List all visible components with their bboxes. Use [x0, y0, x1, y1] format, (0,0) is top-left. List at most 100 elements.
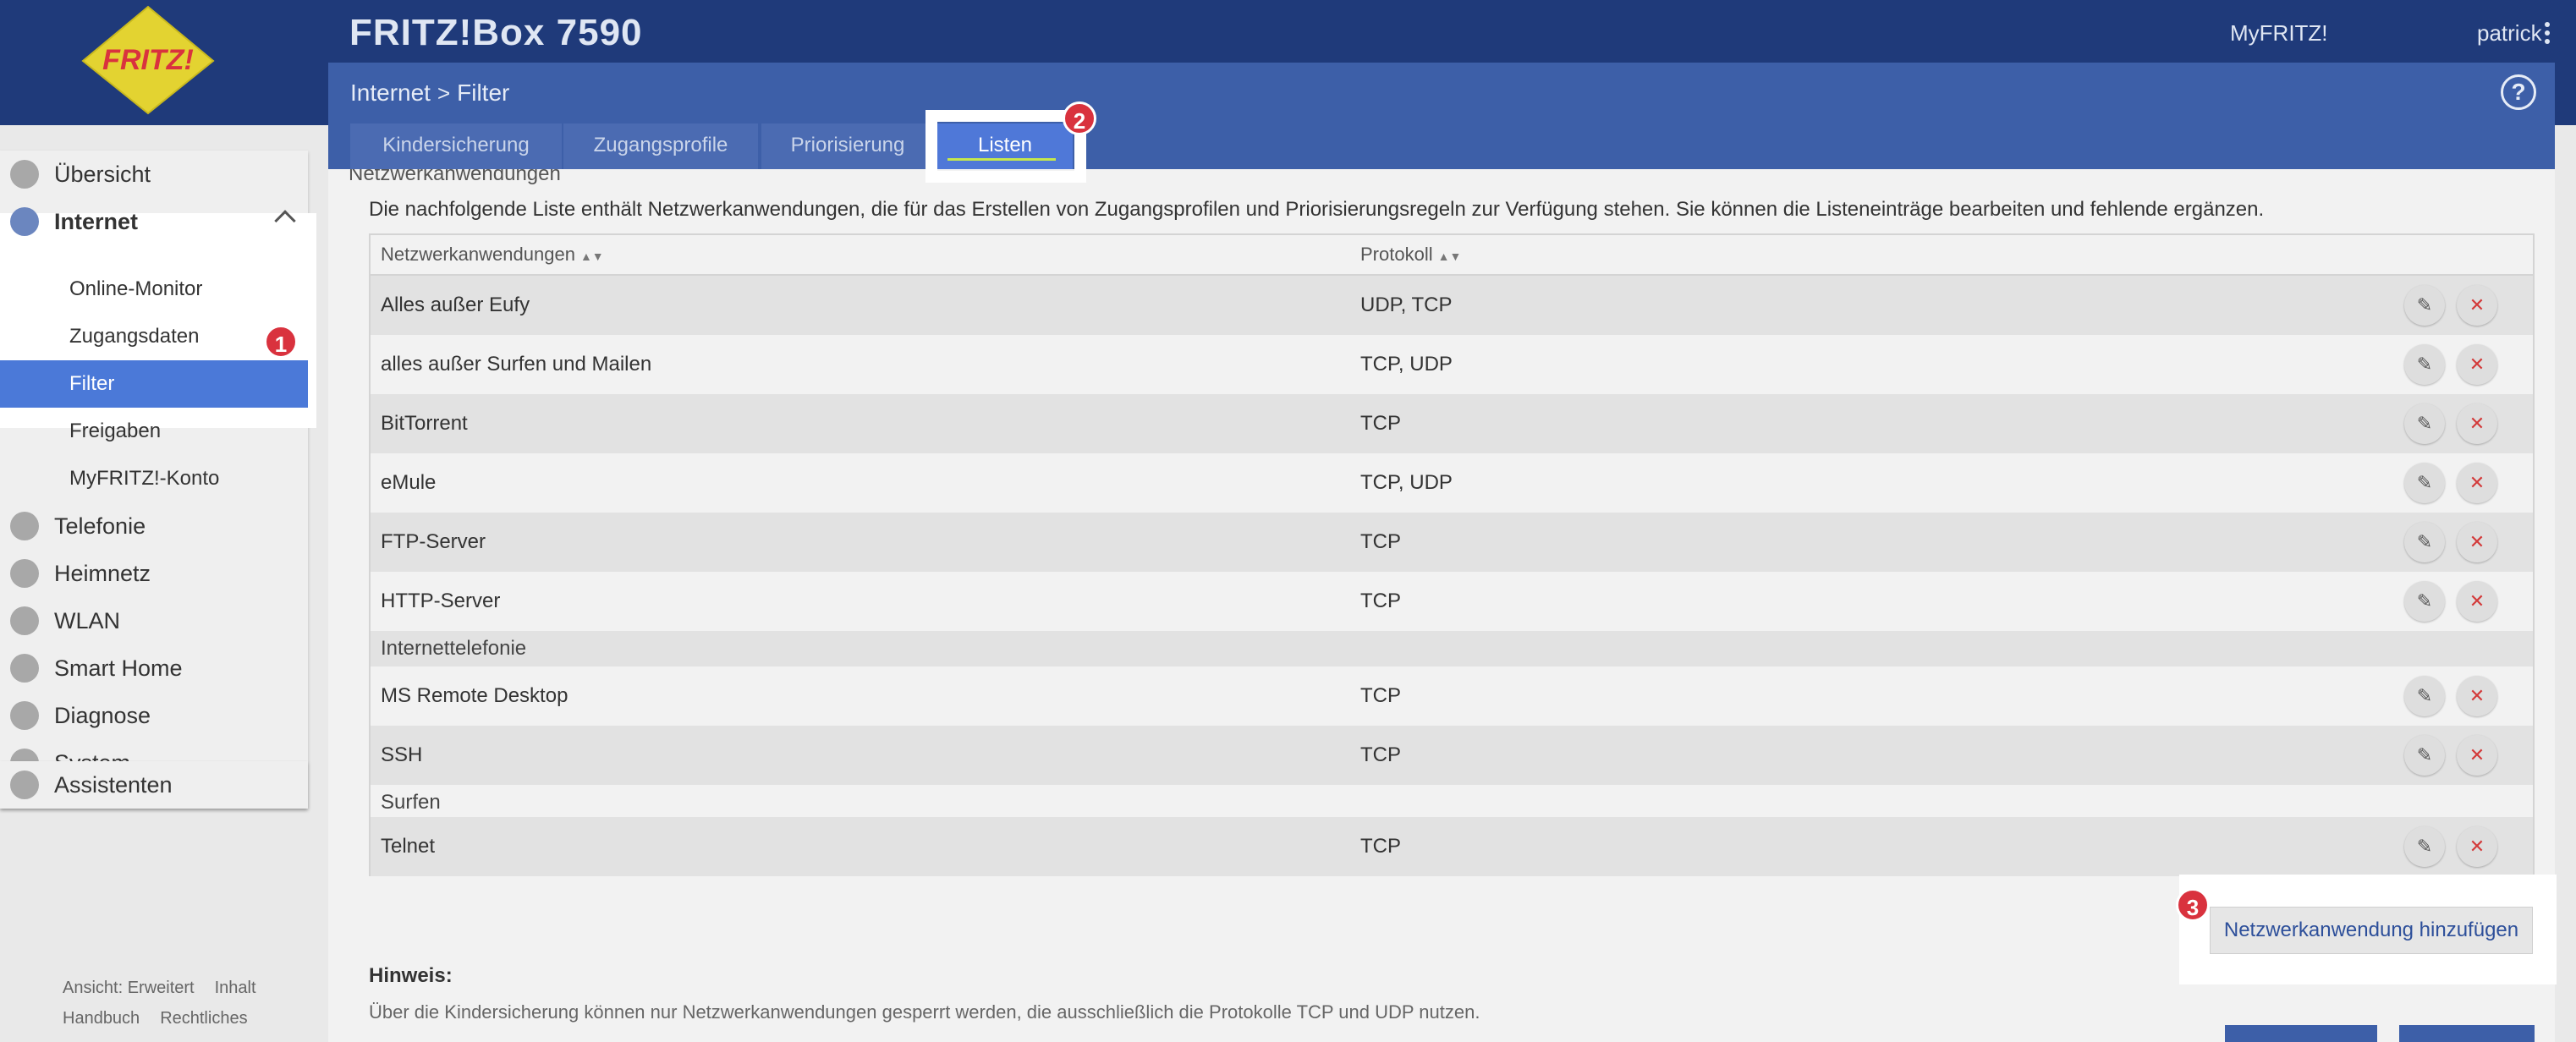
edit-button[interactable]: ✎: [2404, 463, 2445, 503]
edit-button[interactable]: ✎: [2404, 285, 2445, 326]
right-edge: [2555, 125, 2576, 1042]
add-network-app-button[interactable]: Netzwerkanwendung hinzufügen: [2210, 907, 2533, 954]
sidebar-sub-zugangsdaten[interactable]: Zugangsdaten: [0, 313, 308, 360]
table-row: alles außer Surfen und Mailen TCP, UDP ✎…: [371, 335, 2533, 394]
sidebar-sub-freigaben[interactable]: Freigaben: [0, 408, 308, 455]
view-mode-link[interactable]: Ansicht: Erweitert: [63, 979, 195, 997]
annotation-marker-3: 3: [2176, 888, 2210, 922]
delete-button[interactable]: ✕: [2457, 285, 2497, 326]
user-name[interactable]: patrick: [2477, 20, 2542, 47]
table-row: MS Remote Desktop TCP ✎ ✕: [371, 666, 2533, 726]
apply-button[interactable]: [2225, 1025, 2377, 1042]
sidebar-item-uebersicht[interactable]: Übersicht: [0, 151, 308, 198]
breadcrumb-internet[interactable]: Internet: [350, 80, 431, 107]
table-row: HTTP-Server TCP ✎ ✕: [371, 572, 2533, 631]
annotation-marker-2: 2: [1063, 101, 1096, 135]
sidebar-item-heimnetz[interactable]: Heimnetz: [0, 550, 308, 597]
app-name: FTP-Server: [381, 530, 486, 553]
sidebar-item-label: Übersicht: [54, 161, 151, 187]
sort-icon: ▲▼: [1437, 250, 1462, 263]
hint-title: Hinweis:: [369, 964, 453, 987]
sidebar-sub-online-monitor[interactable]: Online-Monitor: [0, 266, 308, 313]
app-protocol: TCP: [1360, 530, 1401, 553]
legal-link[interactable]: Rechtliches: [160, 1009, 247, 1028]
delete-button[interactable]: ✕: [2457, 581, 2497, 622]
sidebar-item-wlan[interactable]: WLAN: [0, 597, 308, 644]
column-header-protocol[interactable]: Protokoll ▲▼: [1360, 235, 1461, 274]
network-apps-table: Netzwerkanwendungen ▲▼ Protokoll ▲▼ Alles …: [369, 233, 2535, 876]
svg-text:FRITZ!: FRITZ!: [102, 44, 194, 76]
help-icon[interactable]: ?: [2501, 74, 2536, 110]
breadcrumb-filter: Filter: [457, 80, 510, 106]
cancel-button[interactable]: [2399, 1025, 2535, 1042]
app-name: SSH: [381, 743, 423, 766]
network-icon: [10, 559, 39, 588]
app-name: BitTorrent: [381, 412, 468, 435]
manual-link[interactable]: Handbuch: [63, 1009, 140, 1028]
content-header: Internet > Filter ? Kindersicherung Zuga…: [328, 63, 2555, 169]
edit-button[interactable]: ✎: [2404, 344, 2445, 385]
edit-button[interactable]: ✎: [2404, 522, 2445, 562]
diagnose-icon: [10, 701, 39, 730]
tab-listen[interactable]: Listen: [937, 123, 1073, 169]
edit-button[interactable]: ✎: [2404, 826, 2445, 867]
column-header-label: Netzwerkanwendungen: [381, 244, 575, 265]
app-name: HTTP-Server: [381, 590, 501, 612]
table-group-row[interactable]: Surfen: [371, 785, 2533, 820]
intro-text: Die nachfolgende Liste enthält Netzwerka…: [369, 198, 2265, 221]
delete-button[interactable]: ✕: [2457, 522, 2497, 562]
sidebar-item-smart-home[interactable]: Smart Home: [0, 644, 308, 692]
delete-button[interactable]: ✕: [2457, 403, 2497, 444]
edit-button[interactable]: ✎: [2404, 581, 2445, 622]
tab-zugangsprofile[interactable]: Zugangsprofile: [563, 123, 758, 169]
table-group-row[interactable]: Internettelefonie: [371, 631, 2533, 666]
app-name: Telnet: [381, 835, 436, 858]
app-protocol: UDP, TCP: [1360, 293, 1453, 316]
sidebar-sub-myfritz-konto[interactable]: MyFRITZ!-Konto: [0, 455, 308, 502]
tab-priorisierung[interactable]: Priorisierung: [761, 123, 934, 169]
sort-icon: ▲▼: [579, 250, 604, 263]
sidebar-item-assistenten[interactable]: Assistenten: [0, 761, 308, 809]
sidebar-footer: Ansicht: Erweitert Inhalt Handbuch Rechtli…: [63, 973, 277, 1034]
delete-button[interactable]: ✕: [2457, 735, 2497, 776]
app-protocol: TCP, UDP: [1360, 471, 1453, 494]
delete-button[interactable]: ✕: [2457, 826, 2497, 867]
table-row: BitTorrent TCP ✎ ✕: [371, 394, 2533, 453]
fritz-logo[interactable]: FRITZ!: [76, 5, 220, 115]
sidebar-item-label: Heimnetz: [54, 560, 151, 586]
content-link[interactable]: Inhalt: [215, 979, 256, 997]
sidebar-item-telefonie[interactable]: Telefonie: [0, 502, 308, 550]
app-name: MS Remote Desktop: [381, 684, 568, 707]
sidebar-item-internet[interactable]: Internet: [0, 198, 308, 245]
phone-icon: [10, 512, 39, 540]
hint-text: Über die Kindersicherung können nur Netz…: [369, 1001, 1480, 1023]
edit-button[interactable]: ✎: [2404, 735, 2445, 776]
group-name: Surfen: [381, 791, 441, 814]
sidebar-menu: Übersicht Internet Online-Monitor Zugang…: [0, 151, 316, 809]
home-icon: [10, 160, 39, 189]
edit-button[interactable]: ✎: [2404, 676, 2445, 716]
sidebar-item-label: WLAN: [54, 607, 121, 633]
delete-button[interactable]: ✕: [2457, 344, 2497, 385]
smart-home-icon: [10, 654, 39, 683]
myfritz-link[interactable]: MyFRITZ!: [2230, 20, 2328, 47]
column-header-name[interactable]: Netzwerkanwendungen ▲▼: [381, 235, 604, 274]
kebab-menu-icon[interactable]: [2543, 22, 2551, 44]
app-protocol: TCP: [1360, 743, 1401, 766]
chevron-up-icon[interactable]: [274, 210, 296, 232]
sidebar-sub-filter[interactable]: Filter: [0, 360, 308, 408]
app-protocol: TCP: [1360, 684, 1401, 707]
delete-button[interactable]: ✕: [2457, 676, 2497, 716]
delete-button[interactable]: ✕: [2457, 463, 2497, 503]
app-protocol: TCP, UDP: [1360, 353, 1453, 376]
annotation-marker-1: 1: [264, 325, 298, 359]
app-protocol: TCP: [1360, 835, 1401, 858]
breadcrumb: Internet > Filter: [350, 80, 509, 107]
sidebar-item-label: Telefonie: [54, 513, 146, 539]
sidebar-item-diagnose[interactable]: Diagnose: [0, 692, 308, 739]
tab-kindersicherung[interactable]: Kindersicherung: [350, 123, 562, 169]
sidebar: Übersicht Internet Online-Monitor Zugang…: [0, 125, 328, 1042]
column-header-label: Protokoll: [1360, 244, 1433, 265]
edit-button[interactable]: ✎: [2404, 403, 2445, 444]
table-row: SSH TCP ✎ ✕: [371, 726, 2533, 785]
